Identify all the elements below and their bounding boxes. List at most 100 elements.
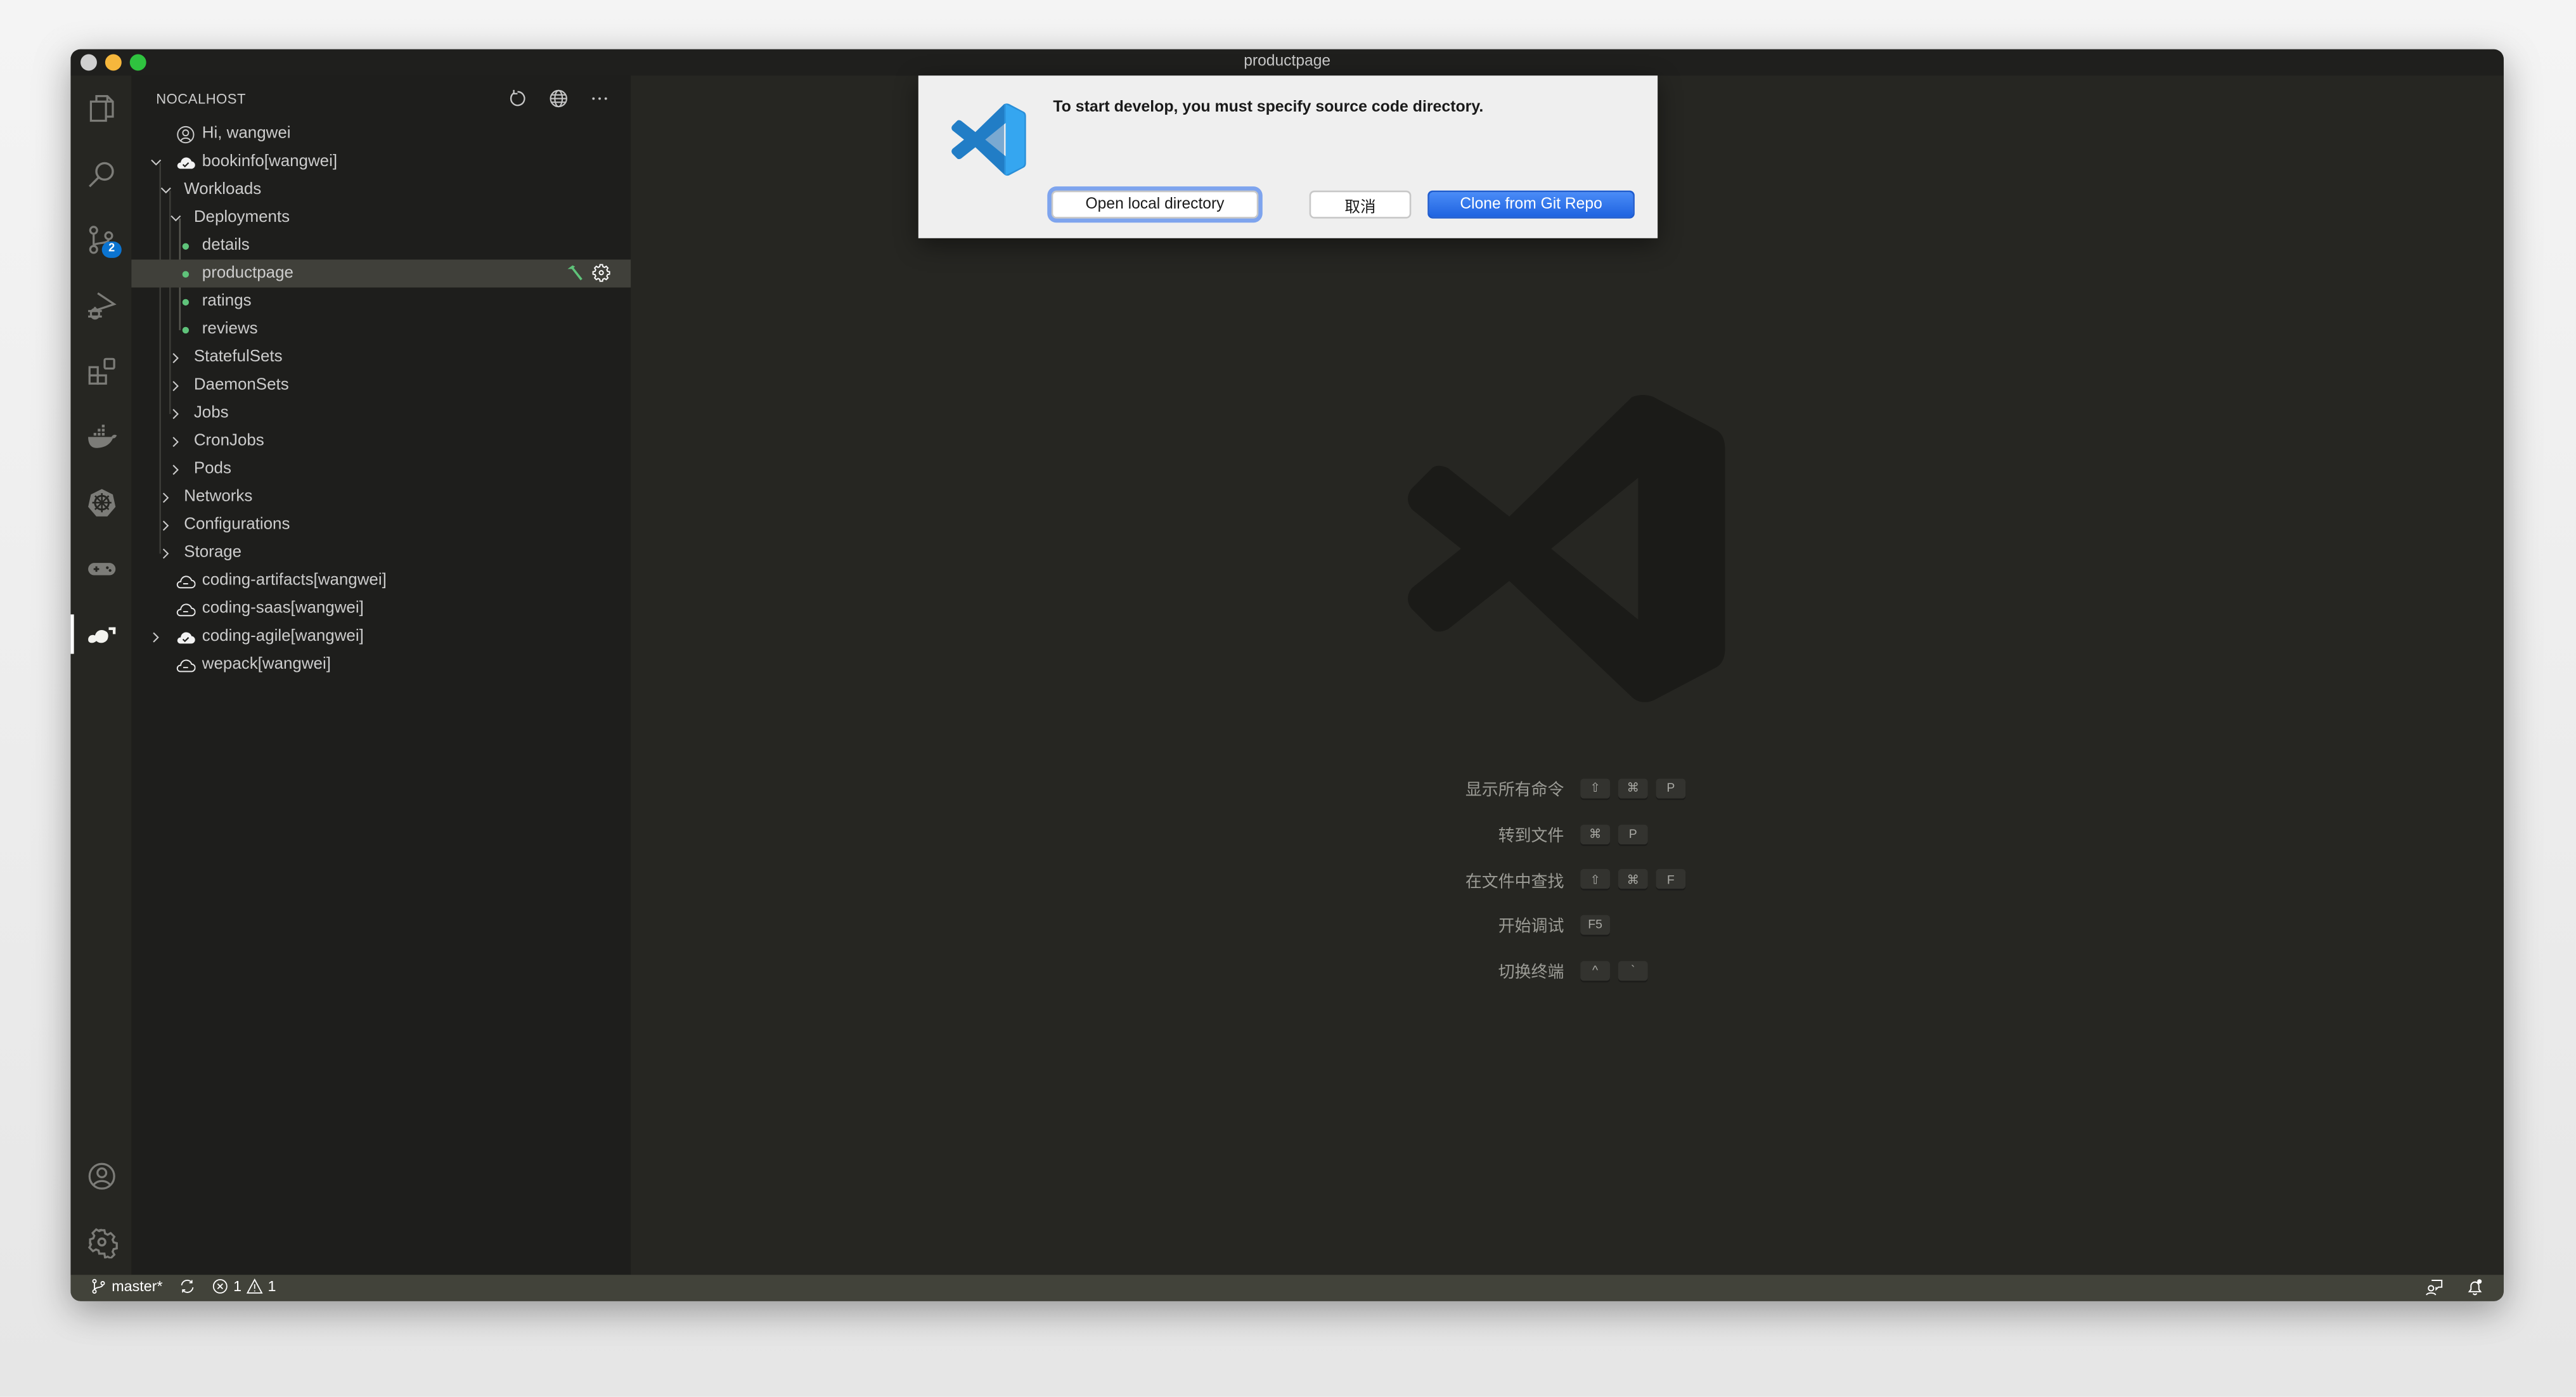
sync-icon [181, 1280, 194, 1293]
tree-item-label: productpage [202, 264, 293, 283]
greeting-row[interactable]: Hi, wangwei [131, 120, 631, 148]
tree-app-wepack[interactable]: wepack[wangwei] [131, 650, 631, 678]
tree-item-label: wepack[wangwei] [202, 655, 331, 674]
window-title: productpage [1244, 52, 1331, 71]
activity-explorer[interactable] [70, 75, 131, 141]
tree-group-configurations[interactable]: Configurations [131, 511, 631, 539]
greeting-label: Hi, wangwei [202, 124, 291, 143]
tree-group-statefulsets[interactable]: StatefulSets [131, 344, 631, 371]
notifications-button[interactable] [2466, 1278, 2484, 1299]
activity-accounts[interactable] [70, 1143, 131, 1209]
key-cap: ⌘ [1618, 778, 1648, 799]
docker-icon [87, 424, 117, 448]
vscode-watermark-logo [1408, 395, 1725, 702]
branch-name: master* [112, 1278, 163, 1295]
tree-deployment-productpage[interactable]: productpage [131, 259, 631, 288]
git-branch-status[interactable]: master* [91, 1278, 163, 1294]
search-icon [87, 162, 113, 188]
activity-docker[interactable] [70, 404, 131, 470]
nocalhost-icon [87, 627, 115, 643]
tree-group-daemonsets[interactable]: DaemonSets [131, 371, 631, 399]
tree-item-label: Jobs [193, 404, 229, 423]
activity-search[interactable] [70, 141, 131, 207]
key-cap: F5 [1580, 915, 1610, 935]
tree-deployment-details[interactable]: details [131, 231, 631, 259]
chevron-down-icon [171, 214, 181, 221]
shortcut-label: 在文件中查找 [1465, 873, 1564, 892]
cancel-button[interactable]: 取消 [1309, 190, 1412, 219]
problems-status[interactable]: 1 1 [212, 1278, 276, 1294]
feedback-button[interactable] [2425, 1278, 2443, 1299]
shortcut-go-to-file: 转到文件 ⌘ P [1321, 811, 1978, 857]
chevron-right-icon [172, 463, 179, 474]
tree-group-deployments[interactable]: Deployments [131, 203, 631, 231]
activity-source-control[interactable]: 2 [70, 207, 131, 273]
user-icon [176, 125, 194, 143]
files-icon [89, 95, 113, 122]
vscode-logo-icon [951, 103, 1026, 176]
tree-item-label: Workloads [184, 181, 262, 199]
vscode-window: productpage 2 NOCALHOST Hi, wangwei book… [70, 49, 2504, 1301]
activity-run-debug[interactable] [70, 273, 131, 338]
tree-item-label: StatefulSets [193, 348, 283, 366]
start-develop-button[interactable] [565, 263, 585, 288]
chevron-down-icon [151, 158, 162, 165]
activity-manage[interactable] [70, 1209, 131, 1275]
tree-group-cronjobs[interactable]: CronJobs [131, 427, 631, 455]
desktop: productpage 2 NOCALHOST Hi, wangwei book… [0, 0, 2576, 1397]
activity-gamepad[interactable] [70, 536, 131, 602]
tree-app-bookinfo[interactable]: bookinfo[wangwei] [131, 148, 631, 176]
hammer-icon [567, 265, 583, 281]
tree-group-jobs[interactable]: Jobs [131, 399, 631, 427]
key-cap: P [1656, 778, 1686, 799]
sidebar-header: NOCALHOST [131, 75, 631, 122]
tree-item-label: Storage [184, 543, 242, 562]
chevron-right-icon [172, 352, 179, 363]
key-cap: P [1618, 823, 1648, 844]
feedback-icon [2426, 1280, 2443, 1296]
error-count: 1 [233, 1278, 242, 1295]
tree-group-networks[interactable]: Networks [131, 483, 631, 511]
open-local-directory-button[interactable]: Open local directory [1051, 190, 1259, 219]
tree-group-pods[interactable]: Pods [131, 455, 631, 483]
running-status-icon [182, 298, 190, 305]
sync-button[interactable] [179, 1278, 196, 1294]
source-directory-dialog: To start develop, you must specify sourc… [918, 75, 1658, 238]
tree-deployment-reviews[interactable]: reviews [131, 316, 631, 344]
tree-item-label: reviews [202, 320, 258, 338]
running-status-icon [182, 270, 190, 277]
tree-app-coding-agile[interactable]: coding-agile[wangwei] [131, 622, 631, 650]
tree-deployment-ratings[interactable]: ratings [131, 288, 631, 316]
chevron-right-icon [172, 380, 179, 390]
tree-item-label: coding-saas[wangwei] [202, 600, 364, 618]
gear-icon [592, 264, 610, 282]
tree-group-workloads[interactable]: Workloads [131, 176, 631, 203]
key-cap: ⌘ [1618, 869, 1648, 889]
activity-nocalhost[interactable] [70, 602, 131, 667]
cloud-outline-icon [176, 603, 195, 615]
gamepad-icon [87, 563, 115, 576]
shortcut-start-debugging: 开始调试 F5 [1321, 902, 1978, 948]
nocalhost-sidebar: NOCALHOST Hi, wangwei bookinfo[wangwei] [131, 75, 631, 1275]
tree-item-label: ratings [202, 292, 252, 311]
more-icon [591, 96, 607, 100]
tree-app-coding-artifacts[interactable]: coding-artifacts[wangwei] [131, 567, 631, 595]
cloud-outline-icon [176, 659, 195, 672]
refresh-icon [509, 89, 525, 106]
running-status-icon [182, 242, 190, 249]
key-cap: ⇧ [1580, 778, 1610, 799]
settings-button[interactable] [591, 263, 611, 288]
shortcut-show-all-commands: 显示所有命令 ⇧ ⌘ P [1321, 766, 1978, 811]
activity-kubernetes[interactable] [70, 470, 131, 536]
refresh-button[interactable] [505, 86, 529, 110]
clone-from-git-repo-button[interactable]: Clone from Git Repo [1427, 190, 1635, 219]
shortcut-hints: 显示所有命令 ⇧ ⌘ P 转到文件 ⌘ P 在文件中查找 ⇧ ⌘ F 开始调试 F5 切换… [1321, 766, 1978, 993]
tree-app-coding-saas[interactable]: coding-saas[wangwei] [131, 595, 631, 622]
editor-area: 显示所有命令 ⇧ ⌘ P 转到文件 ⌘ P 在文件中查找 ⇧ ⌘ F 开始调试 F5 切换… [631, 75, 2504, 1275]
more-actions-button[interactable] [586, 86, 611, 110]
chevron-right-icon [162, 548, 169, 558]
cloud-check-icon [176, 157, 195, 169]
tree-group-storage[interactable]: Storage [131, 539, 631, 567]
activity-extensions[interactable] [70, 338, 131, 404]
globe-button[interactable] [545, 86, 570, 110]
